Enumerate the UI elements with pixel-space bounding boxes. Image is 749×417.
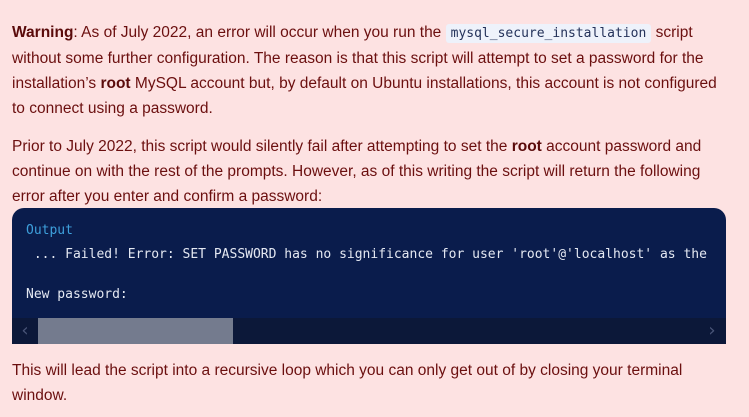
chevron-left-icon[interactable]: ‹ (15, 318, 35, 344)
chevron-right-icon[interactable]: › (702, 318, 722, 344)
horizontal-scrollbar[interactable]: ‹ › (12, 318, 726, 344)
warning-notice: Warning: As of July 2022, an error will … (0, 0, 749, 417)
prior-paragraph: Prior to July 2022, this script would si… (12, 134, 725, 209)
bold-root: root (100, 75, 131, 92)
scrollbar-thumb[interactable] (38, 318, 233, 344)
bold-root-2: root (511, 138, 542, 155)
terminal-line-new-password: New password: (26, 287, 128, 302)
warning-paragraph: Warning: As of July 2022, an error will … (12, 20, 725, 121)
output-label: Output (26, 223, 73, 238)
prior-text-1: Prior to July 2022, this script would si… (12, 138, 512, 155)
warning-label: Warning (12, 24, 74, 41)
terminal-line-error: ... Failed! Error: SET PASSWORD has no s… (26, 247, 707, 262)
terminal-output-block[interactable]: Output ... Failed! Error: SET PASSWORD h… (12, 208, 726, 344)
warning-text-1: : As of July 2022, an error will occur w… (73, 24, 446, 41)
loop-paragraph: This will lead the script into a recursi… (12, 362, 683, 404)
inline-code-mysql-secure-installation: mysql_secure_installation (445, 24, 652, 43)
